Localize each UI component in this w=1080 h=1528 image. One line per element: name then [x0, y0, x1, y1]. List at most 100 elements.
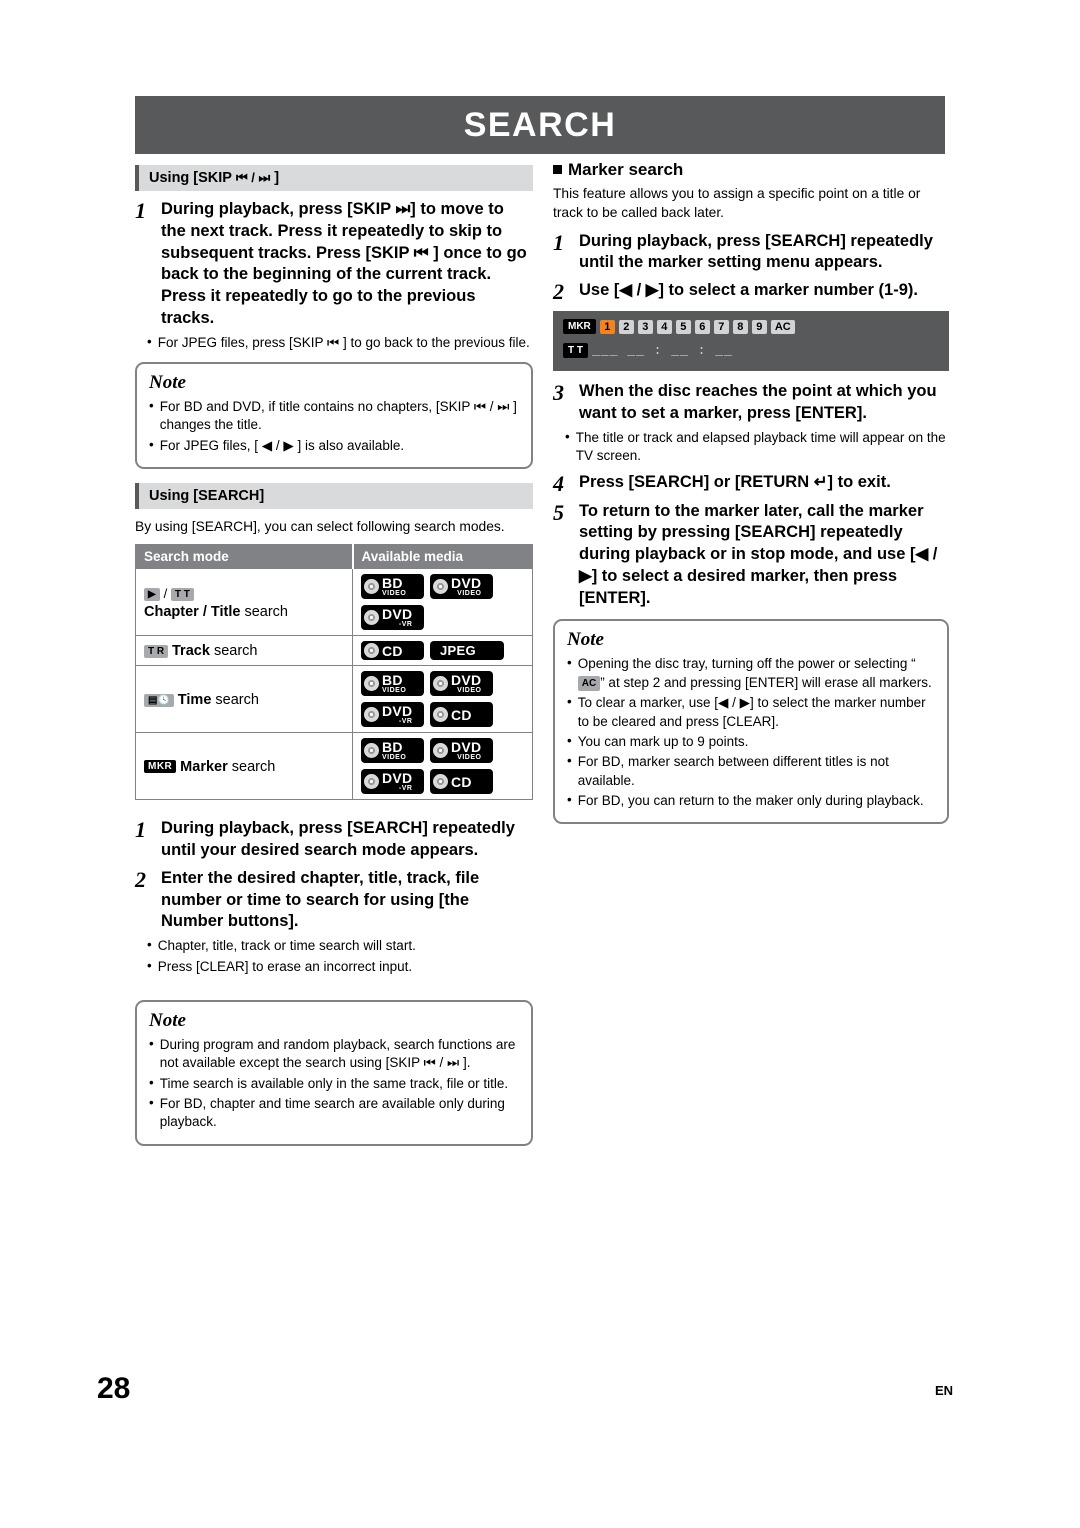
bullet-item: • Time search is available only in the s… [149, 1075, 519, 1093]
step-text: When the disc reaches the point at which… [579, 382, 937, 423]
bullet-item: • Press [CLEAR] to erase an incorrect in… [147, 958, 533, 976]
media-badge-jpeg: JPEG [430, 641, 504, 661]
step-2-search: 2 Enter the desired chapter, title, trac… [135, 868, 533, 933]
marker-search-heading: Marker search [553, 160, 949, 180]
table-cell-media: BD VIDEO DVD VIDEO DVD -VR [352, 568, 533, 637]
step-number: 1 [135, 198, 146, 223]
bullet-item: • You can mark up to 9 points. [567, 733, 935, 751]
play-icon: ▶ [144, 587, 160, 601]
table-col-available-media: Available media [352, 544, 533, 569]
disc-icon [364, 707, 379, 723]
note-title: Note [567, 629, 604, 651]
note-text-pre: Opening the disc tray, turning off the p… [577, 656, 916, 672]
disc-icon [364, 676, 379, 692]
marker-number-1: 1 [599, 319, 615, 334]
section-header-label-prefix: Using [SKIP [149, 170, 232, 186]
bullet-dot: • [149, 1035, 154, 1051]
table-cell-media: CD JPEG [352, 635, 533, 667]
badge-sublabel: VIDEO [457, 754, 482, 762]
bullet-dot: • [567, 655, 572, 671]
marker-number-3: 3 [637, 319, 653, 334]
media-badges-row-4: BD VIDEO DVD VIDEO DVD -VR CD [361, 738, 524, 795]
step-text: Press [SEARCH] or [RETURN ↵] to exit. [579, 472, 891, 491]
media-badge-dvd-video: DVD VIDEO [430, 574, 493, 600]
step-text: To return to the marker later, call the … [579, 501, 938, 607]
bullet-item: • For JPEG files, press [SKIP ⏮ ] to go … [147, 334, 533, 352]
marker-time-row: T T ___ __ : __ : __ [563, 343, 733, 359]
disc-icon [364, 610, 379, 626]
step-4-marker: 4 Press [SEARCH] or [RETURN ↵] to exit. [553, 471, 949, 494]
right-column: Marker search This feature allows you to… [553, 160, 949, 836]
disc-icon [433, 707, 448, 723]
step-number: 5 [553, 499, 564, 525]
disc-icon [364, 643, 379, 659]
table-cell-media: BD VIDEO DVD VIDEO DVD -VR CD [352, 732, 533, 801]
mode-label-bold: Marker [180, 758, 228, 775]
bullet-item: • For BD, marker search between differen… [567, 753, 935, 790]
media-badge-cd: CD [430, 702, 493, 728]
marker-numbers-row: MKR 1 2 3 4 5 6 7 8 9 AC [563, 319, 795, 335]
disc-icon [433, 743, 448, 759]
skip-bullets: • For JPEG files, press [SKIP ⏮ ] to go … [147, 334, 533, 352]
page-title: SEARCH [135, 96, 945, 154]
note-title: Note [149, 1009, 186, 1031]
bullet-text: Opening the disc tray, turning off the p… [577, 655, 935, 692]
marker-number-6: 6 [694, 319, 710, 334]
bullet-dot: • [147, 957, 152, 973]
media-badge-dvd-video: DVD VIDEO [430, 671, 493, 697]
bullet-dot: • [567, 791, 572, 807]
badge-label: CD [451, 773, 472, 790]
table-cell-mode: T R Track search [135, 635, 353, 667]
note-text-post: ” at step 2 and pressing [ENTER] will er… [600, 674, 932, 690]
badge-label: CD [451, 706, 472, 723]
badge-label: DVD [382, 770, 413, 787]
search-bullets: • Chapter, title, track or time search w… [147, 937, 533, 976]
step-3-marker: 3 When the disc reaches the point at whi… [553, 381, 949, 425]
ac-badge: AC [577, 675, 601, 692]
bullet-text: For BD, you can return to the maker only… [577, 792, 924, 808]
bullet-dot: • [149, 1074, 154, 1090]
section-header-using-skip: Using [SKIP ⏮ / ⏭ ] [135, 165, 533, 191]
bullet-text: For JPEG files, [ ◀ / ▶ ] is also availa… [159, 437, 405, 453]
badge-sublabel: -VR [398, 621, 413, 629]
bullet-item: • During program and random playback, se… [149, 1036, 519, 1073]
mode-label-bold: Time [177, 691, 212, 708]
mode-label: Marker search [180, 759, 275, 775]
step-number: 1 [135, 817, 146, 843]
mode-label: Time search [178, 692, 259, 708]
step-2-marker: 2 Use [◀ / ▶] to select a marker number … [553, 280, 949, 303]
marker-icon: MKR [144, 759, 177, 773]
media-badges-row-1: BD VIDEO DVD VIDEO DVD -VR [361, 574, 524, 631]
marker-search-intro: This feature allows you to assign a spec… [553, 186, 921, 221]
step-number: 3 [553, 380, 564, 406]
table-row: ▶ / T T Chapter / Title search BD VIDEO D [135, 568, 533, 637]
title-icon: T T [170, 587, 194, 601]
search-intro-text: By using [SEARCH], you can select follow… [135, 519, 505, 535]
marker-number-4: 4 [656, 319, 672, 334]
badge-label: JPEG [440, 643, 476, 659]
left-column: Using [SKIP ⏮ / ⏭ ] 1 During playback, p… [135, 165, 533, 1158]
bullet-item: • The title or track and elapsed playbac… [565, 429, 949, 466]
badge-sublabel: VIDEO [457, 590, 482, 598]
badge-label: DVD [451, 672, 482, 689]
marker-search-heading-label: Marker search [568, 160, 684, 179]
badge-label: DVD [451, 575, 482, 592]
step-number: 1 [553, 229, 564, 255]
manual-page: SEARCH Using [SKIP ⏮ / ⏭ ] 1 During play… [0, 0, 1080, 1528]
marker-ac-button: AC [770, 319, 795, 334]
bullet-text: During program and random playback, sear… [159, 1036, 516, 1071]
badge-label: CD [382, 642, 403, 659]
media-badge-bd-video: BD VIDEO [361, 738, 424, 764]
media-badges-row-2: CD JPEG [361, 641, 524, 661]
marker-number-8: 8 [732, 319, 748, 334]
tt-tag: T T [563, 343, 588, 359]
bullet-dot: • [567, 694, 572, 710]
marker-time-placeholder: ___ __ : __ : __ [592, 343, 733, 359]
media-badge-dvd-vr: DVD -VR [361, 702, 424, 728]
bullet-text: You can mark up to 9 points. [577, 733, 749, 749]
bullet-dot: • [147, 937, 152, 953]
bullet-dot: • [149, 397, 154, 413]
bullet-dot: • [567, 732, 572, 748]
bullet-dot: • [149, 436, 154, 452]
note-box-marker: Note • Opening the disc tray, turning of… [553, 619, 949, 825]
